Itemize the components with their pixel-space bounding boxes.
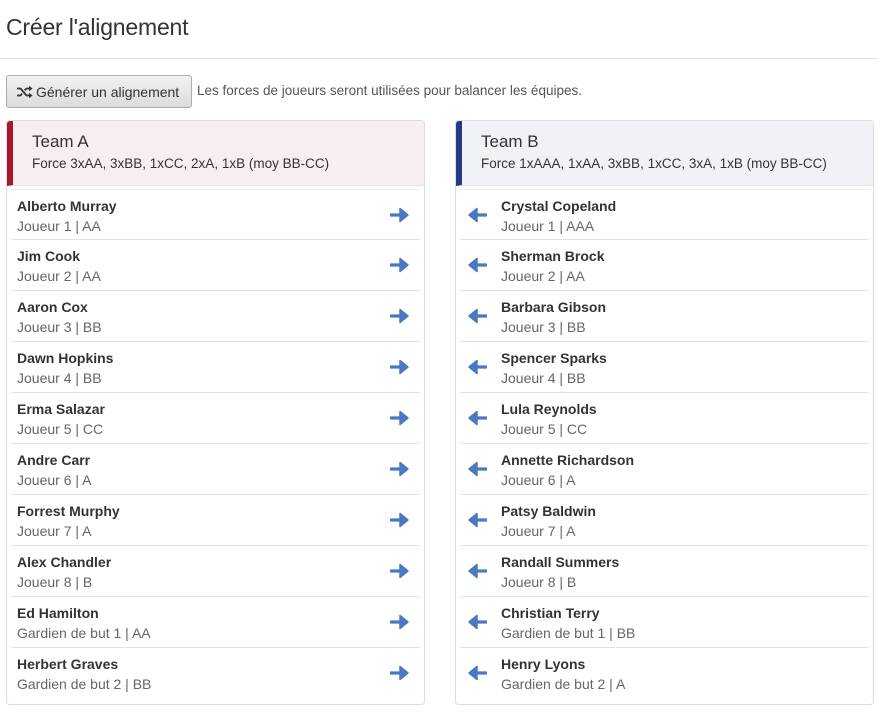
player-name: Barbara Gibson [501, 299, 607, 315]
player-row: Patsy Baldwin Joueur 7 | A [460, 495, 869, 546]
player-detail: Gardien de but 2 | BB [17, 676, 152, 692]
player-detail: Joueur 6 | A [17, 472, 92, 488]
player-name: Alberto Murray [17, 198, 117, 214]
team-b-panel: Team B Force 1xAAA, 1xAA, 3xBB, 1xCC, 3x… [455, 120, 874, 705]
player-name: Forrest Murphy [17, 503, 120, 519]
player-row: Jim Cook Joueur 2 | AA [11, 240, 420, 291]
title-divider [0, 58, 878, 59]
team-a-player-list: Alberto Murray Joueur 1 | AA Jim Cook Joue… [7, 189, 424, 699]
arrow-right-icon[interactable] [389, 206, 411, 224]
player-row: Randall Summers Joueur 8 | B [460, 546, 869, 597]
arrow-right-icon[interactable] [389, 664, 411, 682]
player-row: Barbara Gibson Joueur 3 | BB [460, 291, 869, 342]
team-b-header: Team B Force 1xAAA, 1xAA, 3xBB, 1xCC, 3x… [456, 121, 873, 186]
player-row: Forrest Murphy Joueur 7 | A [11, 495, 420, 546]
player-name: Alex Chandler [17, 554, 112, 570]
player-name: Andre Carr [17, 452, 91, 468]
arrow-left-icon[interactable] [466, 562, 488, 580]
player-detail: Joueur 1 | AAA [501, 218, 595, 234]
player-name: Christian Terry [501, 605, 600, 621]
team-a-panel: Team A Force 3xAA, 3xBB, 1xCC, 2xA, 1xB … [6, 120, 425, 705]
team-b-force: Force 1xAAA, 1xAA, 3xBB, 1xCC, 3xA, 1xB … [481, 156, 827, 171]
player-row: Spencer Sparks Joueur 4 | BB [460, 342, 869, 393]
arrow-right-icon[interactable] [389, 511, 411, 529]
player-name: Herbert Graves [17, 656, 119, 672]
arrow-left-icon[interactable] [466, 206, 488, 224]
player-name: Sherman Brock [501, 248, 605, 264]
player-detail: Joueur 1 | AA [17, 218, 101, 234]
player-row: Sherman Brock Joueur 2 | AA [460, 240, 869, 291]
arrow-left-icon[interactable] [466, 256, 488, 274]
player-detail: Joueur 2 | AA [17, 268, 101, 284]
player-row: Lula Reynolds Joueur 5 | CC [460, 393, 869, 444]
player-row: Christian Terry Gardien de but 1 | BB [460, 597, 869, 648]
player-detail: Joueur 3 | BB [501, 319, 586, 335]
team-b-name: Team B [481, 132, 539, 151]
player-name: Aaron Cox [17, 299, 88, 315]
player-name: Dawn Hopkins [17, 350, 114, 366]
arrow-right-icon[interactable] [389, 562, 411, 580]
player-detail: Joueur 3 | BB [17, 319, 102, 335]
player-row: Erma Salazar Joueur 5 | CC [11, 393, 420, 444]
player-row: Alberto Murray Joueur 1 | AA [11, 189, 420, 240]
player-detail: Joueur 4 | BB [501, 370, 586, 386]
arrow-left-icon[interactable] [466, 613, 488, 631]
arrow-left-icon[interactable] [466, 307, 488, 325]
team-a-name: Team A [32, 132, 89, 151]
player-name: Ed Hamilton [17, 605, 99, 621]
team-a-header: Team A Force 3xAA, 3xBB, 1xCC, 2xA, 1xB … [7, 121, 424, 186]
player-detail: Joueur 7 | A [501, 523, 576, 539]
player-detail: Gardien de but 1 | AA [17, 625, 151, 641]
player-detail: Joueur 8 | B [17, 574, 93, 590]
arrow-right-icon[interactable] [389, 613, 411, 631]
arrow-right-icon[interactable] [389, 358, 411, 376]
team-b-player-list: Crystal Copeland Joueur 1 | AAA Sherman B… [456, 189, 873, 699]
player-row: Andre Carr Joueur 6 | A [11, 444, 420, 495]
player-detail: Joueur 5 | CC [501, 421, 588, 437]
player-name: Henry Lyons [501, 656, 586, 672]
player-name: Randall Summers [501, 554, 620, 570]
player-detail: Gardien de but 1 | BB [501, 625, 636, 641]
arrow-right-icon[interactable] [389, 307, 411, 325]
arrow-left-icon[interactable] [466, 460, 488, 478]
arrow-right-icon[interactable] [389, 409, 411, 427]
player-detail: Joueur 6 | A [501, 472, 576, 488]
player-name: Patsy Baldwin [501, 503, 596, 519]
arrow-left-icon[interactable] [466, 358, 488, 376]
player-name: Jim Cook [17, 248, 81, 264]
page-title: Créer l'alignement [6, 14, 189, 40]
arrow-left-icon[interactable] [466, 664, 488, 682]
help-text: Les forces de joueurs seront utilisées p… [197, 83, 582, 98]
arrow-right-icon[interactable] [389, 460, 411, 478]
player-row: Crystal Copeland Joueur 1 | AAA [460, 189, 869, 240]
player-name: Erma Salazar [17, 401, 105, 417]
player-name: Crystal Copeland [501, 198, 617, 214]
generate-lineup-button[interactable]: Générer un alignement [6, 75, 192, 108]
player-detail: Gardien de but 2 | A [501, 676, 626, 692]
generate-lineup-label: Générer un alignement [36, 83, 180, 100]
player-name: Spencer Sparks [501, 350, 607, 366]
player-row: Annette Richardson Joueur 6 | A [460, 444, 869, 495]
player-row: Herbert Graves Gardien de but 2 | BB [11, 648, 420, 699]
player-row: Dawn Hopkins Joueur 4 | BB [11, 342, 420, 393]
player-detail: Joueur 7 | A [17, 523, 92, 539]
player-row: Alex Chandler Joueur 8 | B [11, 546, 420, 597]
player-name: Annette Richardson [501, 452, 635, 468]
player-detail: Joueur 4 | BB [17, 370, 102, 386]
arrow-left-icon[interactable] [466, 511, 488, 529]
player-row: Henry Lyons Gardien de but 2 | A [460, 648, 869, 699]
player-detail: Joueur 8 | B [501, 574, 577, 590]
player-row: Ed Hamilton Gardien de but 1 | AA [11, 597, 420, 648]
player-detail: Joueur 2 | AA [501, 268, 585, 284]
arrow-left-icon[interactable] [466, 409, 488, 427]
team-a-force: Force 3xAA, 3xBB, 1xCC, 2xA, 1xB (moy BB… [32, 156, 330, 171]
arrow-right-icon[interactable] [389, 256, 411, 274]
player-detail: Joueur 5 | CC [17, 421, 104, 437]
shuffle-icon [16, 85, 34, 99]
player-name: Lula Reynolds [501, 401, 597, 417]
player-row: Aaron Cox Joueur 3 | BB [11, 291, 420, 342]
